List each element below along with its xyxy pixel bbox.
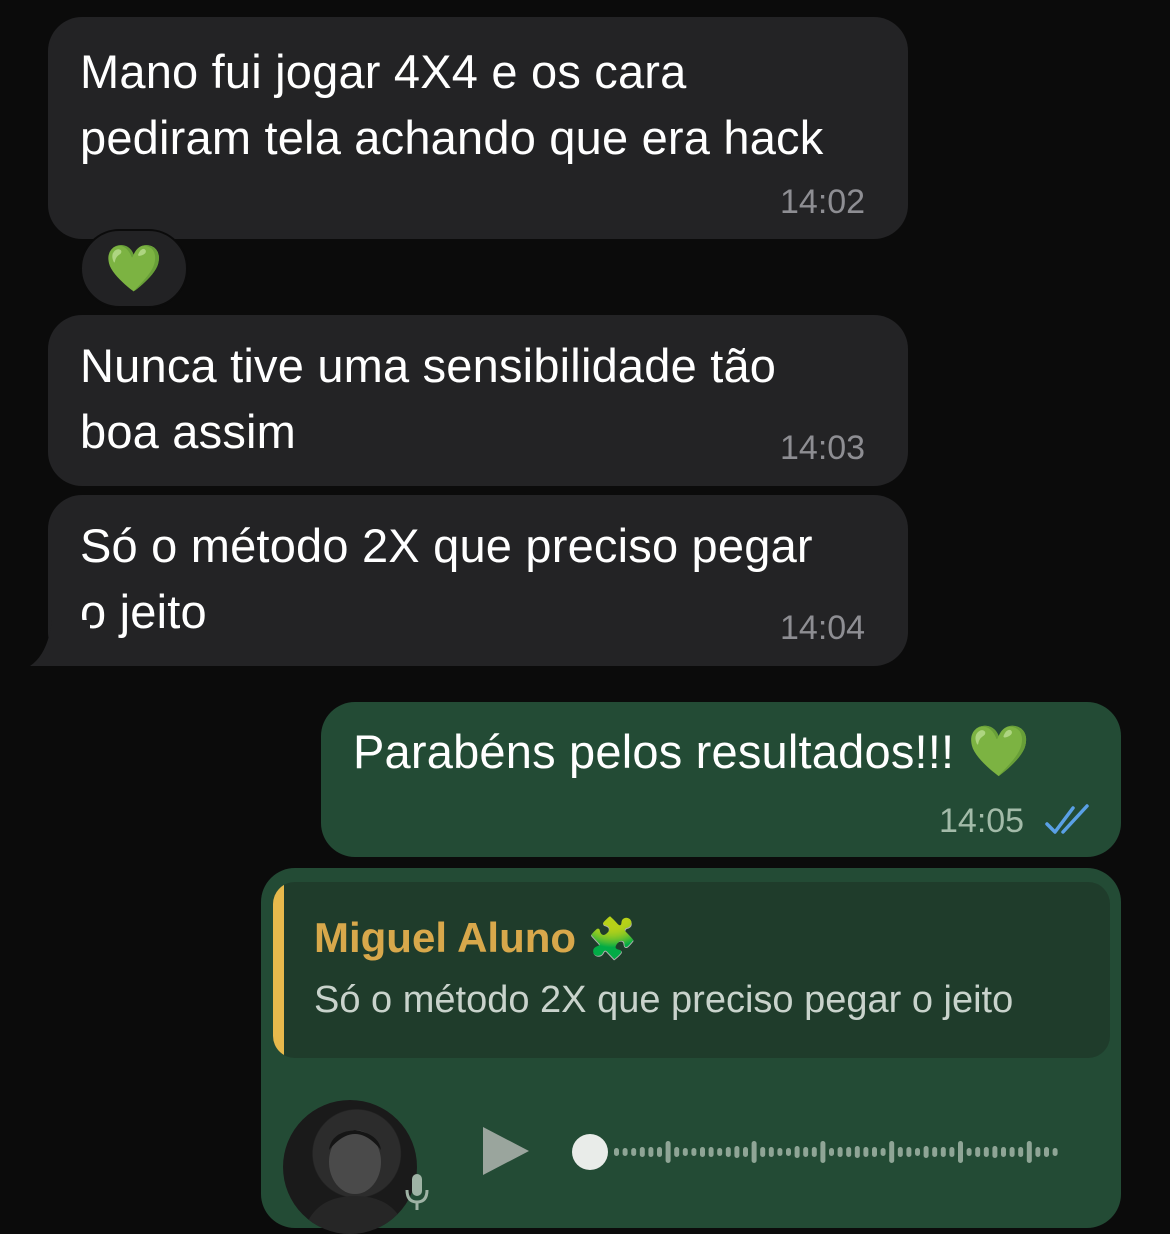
waveform-bar xyxy=(940,1147,946,1157)
double-check-read-icon xyxy=(1045,804,1089,834)
waveform-bar xyxy=(820,1141,826,1163)
waveform-bar xyxy=(708,1147,714,1157)
message-timestamp: 14:04 xyxy=(780,609,866,647)
waveform-bar xyxy=(717,1148,723,1156)
message-text-line-2: boa assim xyxy=(80,405,297,458)
play-icon[interactable] xyxy=(481,1125,531,1177)
waveform-bar xyxy=(777,1148,783,1156)
waveform-bar xyxy=(657,1147,662,1157)
message-timestamp: 14:03 xyxy=(780,429,866,467)
waveform-bar xyxy=(803,1147,809,1157)
message-text-line-2: pediram tela achando que era hack xyxy=(80,111,824,164)
incoming-message-2[interactable]: Nunca tive uma sensibilidade tão boa ass… xyxy=(48,315,908,486)
waveform-bar xyxy=(665,1141,671,1163)
quote-accent-bar xyxy=(273,882,284,1058)
waveform-bar xyxy=(622,1148,628,1156)
waveform-bar xyxy=(1035,1147,1041,1157)
waveform-bar xyxy=(915,1148,920,1156)
message-text-line-1: Nunca tive uma sensibilidade tão xyxy=(80,339,777,392)
message-text-line-2: o jeito xyxy=(80,585,207,638)
waveform-bar xyxy=(725,1147,731,1157)
waveform-bar xyxy=(966,1148,972,1156)
waveform-bar xyxy=(768,1147,774,1157)
waveform-bar xyxy=(639,1147,645,1157)
waveform-bar xyxy=(760,1147,766,1157)
waveform-bar xyxy=(992,1146,998,1158)
waveform-bar xyxy=(932,1147,938,1157)
waveform-bar xyxy=(1052,1148,1058,1156)
waveform-bar xyxy=(872,1147,877,1157)
waveform-bar xyxy=(863,1147,869,1157)
voice-waveform[interactable] xyxy=(570,1128,1080,1176)
waveform-bar xyxy=(786,1148,791,1156)
waveform-bar xyxy=(983,1147,989,1157)
waveform-bar xyxy=(846,1147,852,1157)
waveform-bar xyxy=(811,1147,817,1157)
waveform-bar xyxy=(889,1141,895,1163)
playback-knob[interactable] xyxy=(572,1134,608,1170)
waveform-bar xyxy=(674,1147,680,1157)
waveform-bar xyxy=(1018,1147,1024,1157)
message-timestamp: 14:05 xyxy=(939,802,1025,840)
waveform-bar xyxy=(854,1146,860,1158)
waveform-bar xyxy=(734,1146,740,1158)
waveform-bar xyxy=(880,1148,886,1156)
waveform-bar xyxy=(751,1141,757,1163)
waveform-bar xyxy=(975,1147,981,1157)
waveform-bar xyxy=(648,1147,654,1157)
green-heart-icon: 💚 xyxy=(967,723,1031,779)
waveform-bar xyxy=(794,1146,800,1158)
incoming-message-1[interactable]: Mano fui jogar 4X4 e os cara pediram tel… xyxy=(48,17,908,239)
waveform-bar xyxy=(743,1147,748,1157)
waveform-bar xyxy=(631,1148,637,1156)
quoted-message[interactable]: Miguel Aluno 🧩 Só o método 2X que precis… xyxy=(273,882,1110,1058)
quote-text: Só o método 2X que preciso pegar o jeito xyxy=(314,979,1014,1021)
waveform-bar xyxy=(1026,1141,1032,1163)
waveform-bar xyxy=(829,1148,834,1156)
message-text: Parabéns pelos resultados!!! 💚 xyxy=(353,723,1031,779)
waveform-bar xyxy=(923,1146,929,1158)
waveform-bar xyxy=(958,1141,963,1163)
waveform-bar xyxy=(614,1148,619,1156)
waveform-bar xyxy=(949,1147,955,1157)
waveform-bar xyxy=(906,1147,912,1157)
avatar xyxy=(283,1100,417,1234)
bubble-tail xyxy=(30,620,90,666)
quote-author: Miguel Aluno 🧩 xyxy=(314,914,638,961)
message-timestamp: 14:02 xyxy=(780,183,866,221)
waveform-bar xyxy=(682,1148,688,1156)
incoming-message-3[interactable]: Só o método 2X que preciso pegar o jeito… xyxy=(48,495,908,666)
puzzle-icon: 🧩 xyxy=(587,917,638,961)
microphone-icon xyxy=(405,1174,429,1210)
waveform-bar xyxy=(837,1147,843,1157)
green-heart-icon: 💚 xyxy=(105,242,163,294)
waveform-bar xyxy=(691,1148,697,1156)
message-text-line-1: Só o método 2X que preciso pegar xyxy=(80,519,813,572)
waveform-bar xyxy=(700,1147,705,1157)
outgoing-message[interactable]: Parabéns pelos resultados!!! 💚 14:05 xyxy=(321,702,1121,857)
message-text-line-1: Mano fui jogar 4X4 e os cara xyxy=(80,45,687,98)
waveform-bar xyxy=(897,1147,903,1157)
waveform-bar xyxy=(1044,1147,1049,1157)
waveform-bar xyxy=(1009,1147,1015,1157)
waveform-bar xyxy=(1001,1147,1006,1157)
reaction-badge[interactable]: 💚 xyxy=(80,229,188,308)
